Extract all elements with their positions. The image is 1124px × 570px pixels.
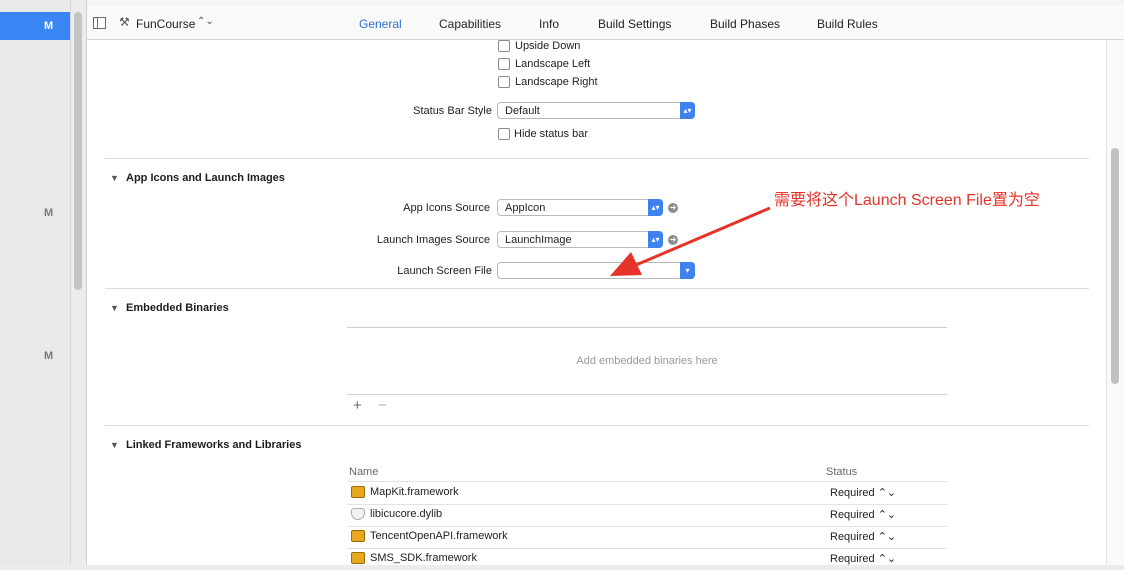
annotation-arrow-icon — [610, 206, 771, 276]
